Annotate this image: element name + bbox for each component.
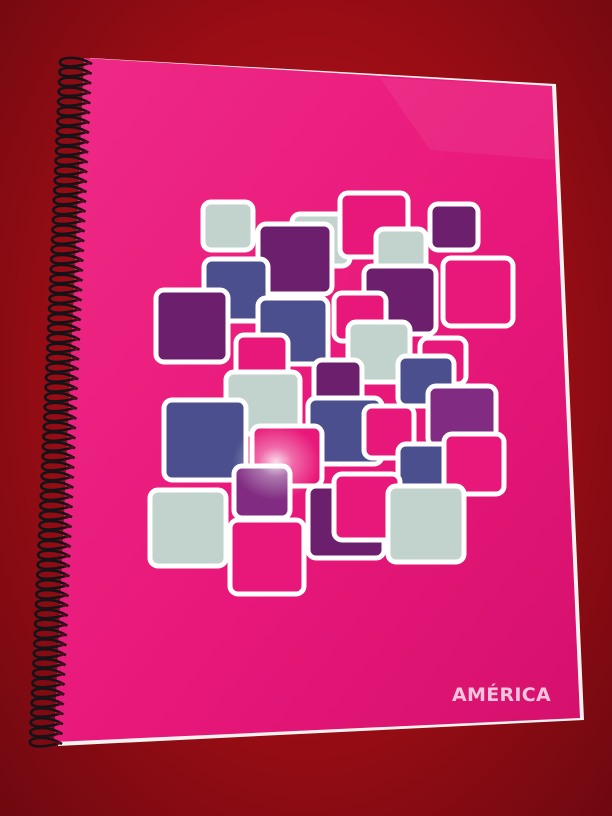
binding-hole <box>66 495 72 499</box>
binding-hole <box>62 583 68 587</box>
binding-hole <box>56 721 62 725</box>
binding-hole <box>58 672 64 676</box>
binding-hole <box>84 90 89 95</box>
decorative-square <box>153 287 231 365</box>
binding-hole <box>72 366 77 371</box>
binding-hole <box>68 445 74 449</box>
binding-hole <box>74 327 79 331</box>
binding-hole <box>57 692 63 696</box>
binding-hole <box>71 376 77 380</box>
binding-hole <box>70 416 75 420</box>
decorative-square <box>385 483 467 565</box>
binding-hole <box>75 297 80 302</box>
binding-hole <box>63 573 68 578</box>
binding-hole <box>83 120 88 124</box>
binding-hole <box>71 396 76 400</box>
binding-hole <box>74 307 80 311</box>
binding-hole <box>80 179 85 183</box>
binding-hole <box>73 347 78 351</box>
binding-hole <box>61 603 67 607</box>
binding-hole <box>68 455 73 459</box>
binding-hole <box>62 593 67 597</box>
binding-hole <box>81 150 87 154</box>
binding-hole <box>76 278 81 282</box>
decorative-square <box>440 255 516 329</box>
binding-hole <box>81 159 86 164</box>
light-glare <box>232 424 320 500</box>
binding-hole <box>71 386 76 390</box>
binding-hole <box>60 642 65 647</box>
decorative-square <box>200 199 256 253</box>
binding-hole <box>85 61 91 65</box>
binding-hole <box>78 219 84 223</box>
decorative-square <box>147 487 229 569</box>
brand-logo: AMÉRICA <box>452 684 552 706</box>
binding-hole <box>64 554 69 558</box>
binding-hole <box>63 564 69 568</box>
binding-hole <box>83 110 89 114</box>
binding-hole <box>81 169 86 174</box>
binding-hole <box>76 268 82 272</box>
binding-hole <box>55 741 61 745</box>
binding-hole <box>61 613 66 617</box>
binding-hole <box>67 485 72 489</box>
binding-hole <box>66 504 71 509</box>
binding-hole <box>79 209 84 213</box>
binding-hole <box>78 228 83 233</box>
binding-hole <box>77 238 83 242</box>
binding-hole <box>65 524 70 528</box>
binding-hole <box>74 317 79 321</box>
binding-hole <box>77 258 82 262</box>
binding-hole <box>70 406 75 410</box>
binding-hole <box>65 514 71 518</box>
binding-hole <box>84 81 90 85</box>
binding-hole <box>60 632 65 637</box>
binding-hole <box>82 140 87 144</box>
binding-hole <box>84 100 89 105</box>
binding-hole <box>85 71 90 75</box>
binding-hole <box>80 189 85 193</box>
binding-hole <box>57 701 62 706</box>
binding-hole <box>73 337 79 341</box>
binding-hole <box>59 652 65 656</box>
binding-hole <box>64 544 69 548</box>
binding-hole <box>56 731 61 735</box>
binding-hole <box>72 357 78 361</box>
binding-hole <box>69 426 75 430</box>
binding-hole <box>67 475 72 479</box>
binding-hole <box>75 288 81 292</box>
binding-hole <box>67 465 73 469</box>
decorative-square <box>227 517 307 597</box>
binding-hole <box>82 130 88 134</box>
binding-hole <box>79 199 85 203</box>
decorative-square <box>427 201 481 253</box>
binding-hole <box>77 248 82 252</box>
binding-hole <box>64 534 70 538</box>
binding-hole <box>59 662 64 666</box>
binding-hole <box>69 435 74 440</box>
binding-hole <box>57 711 62 716</box>
binding-hole <box>61 623 66 627</box>
binding-hole <box>58 682 63 686</box>
